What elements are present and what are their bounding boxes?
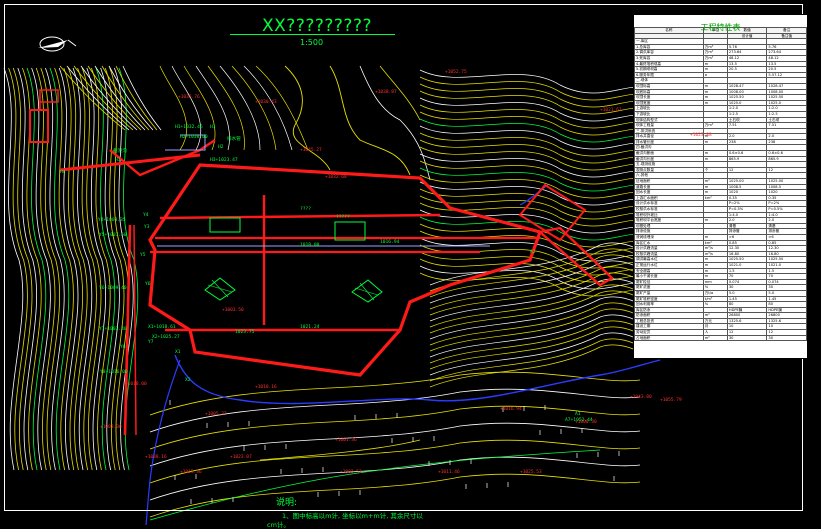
elevation-label: +1018.00 (125, 382, 147, 387)
elevation-label: +1001.36 (335, 438, 357, 443)
elevation-label: +1021.61 (600, 108, 622, 113)
north-arrow-icon (38, 36, 77, 52)
survey-point-label: Y7 (148, 340, 154, 345)
survey-point-label: Y5 (140, 253, 146, 258)
survey-point-label: A1 (575, 412, 581, 417)
survey-point-label: H3 (115, 158, 121, 163)
elevation-label: +1003.53 (340, 470, 362, 475)
contour-line (149, 388, 641, 433)
elevation-label: +1016.94 (500, 407, 522, 412)
contour-line (329, 65, 411, 176)
elevation-label: +1045.27 (300, 148, 322, 153)
survey-point-label: Y3 (144, 225, 150, 230)
survey-point-label: A2 (530, 250, 536, 255)
elevation-label: +1015.36 (180, 470, 202, 475)
notes-line-1: 1、图中标高以m计, 坐标以m+m计, 其余尺寸以 (282, 512, 423, 520)
elevation-label: +1025.53 (520, 470, 542, 475)
coordinate-label: Y6+1009.40 (99, 286, 127, 291)
contour-line (59, 65, 126, 131)
elevation-label: +1003.36 (100, 425, 122, 430)
spec-table-cell: 30 (726, 334, 768, 342)
coordinate-label: H2+1038.00 (180, 135, 208, 140)
spec-table-body: 一.库区 1.总库容 万m³ 5.76 5.76 2.调洪库容 万m³ 273.64 273.6… (634, 38, 807, 342)
pond-label: ???? (300, 207, 312, 212)
drawing-scale: 1:500 (300, 38, 324, 47)
survey-point-label: H2 (218, 145, 224, 150)
section-label: 1021.24 (300, 325, 320, 330)
elevation-label: +1005.37 (205, 412, 227, 417)
spec-table-cell: m² (702, 334, 728, 342)
survey-point-label: H1 (210, 125, 216, 130)
coordinate-label: X1+1018.61 (148, 325, 176, 330)
coordinate-label: Y7+1003.40 (99, 327, 127, 332)
survey-point-label: Y8 (120, 345, 126, 350)
contour-line (149, 456, 641, 501)
title-underline (230, 34, 395, 35)
survey-point-label: Y6 (145, 282, 151, 287)
drain-label: 排水管 (227, 137, 241, 142)
coordinate-label: Y5+1007.50 (99, 233, 127, 238)
survey-point-label: X1 (175, 350, 181, 355)
elevation-label: +1003.50 (222, 308, 244, 313)
coordinate-label: X2+1025.27 (152, 335, 180, 340)
coordinate-label: A7+1052.44 (565, 418, 593, 423)
page-title: XX????????? (262, 16, 372, 36)
notes-title: 说明: (276, 498, 298, 508)
contour-line (284, 65, 331, 171)
contour-line (149, 422, 641, 467)
spec-table-title-bar: 工程特性表 (634, 15, 807, 32)
creek-line (145, 359, 181, 526)
coordinate-label: H1+1032.46 (175, 125, 203, 130)
survey-point-label: X2 (185, 378, 191, 383)
contour-line (149, 371, 641, 416)
coordinate-label: H3+1023.47 (210, 158, 238, 163)
spec-table-row: 占地面积 m² 30 30 (634, 334, 807, 342)
spec-table-cell: 30 (766, 334, 807, 342)
pond-label: ????? (336, 215, 350, 220)
survey-point-label: Y4 (143, 213, 149, 218)
elevation-label: +1032.68 (325, 175, 347, 180)
contour-line (255, 65, 309, 151)
dam-outline (29, 89, 614, 436)
elevation-label: +1030.43 (255, 100, 277, 105)
creek-line (174, 354, 661, 405)
elevation-label: +1052.75 (445, 70, 467, 75)
coordinate-label: Y8+1016.00 (100, 370, 128, 375)
survey-point-label: H4 (60, 170, 66, 175)
elevation-label: +1043.80 (630, 395, 652, 400)
elevation-label: +1023.88 (690, 133, 712, 138)
contour-line (359, 65, 431, 181)
section-label: 1023.75 (235, 330, 255, 335)
elevation-label: +1035.76 (178, 95, 200, 100)
section-label: 1016.94 (380, 240, 400, 245)
elevation-label: +1038.87 (375, 90, 397, 95)
pond-symbols (204, 217, 383, 303)
elevation-label: +1055.79 (660, 398, 682, 403)
elevation-label: +1011.46 (438, 470, 460, 475)
spec-table-panel: 工程特性表 名称 单位 数值 备注 设计值 备注值 一.库区 1.总库容 万m³ 5.… (633, 14, 808, 359)
notes-unit: cm计。 (267, 521, 290, 529)
trench-label: 截洪沟 (113, 149, 127, 154)
spec-table-cell: 占地面积 (634, 334, 704, 342)
coordinate-label: Y4+1003.35 (98, 218, 126, 223)
spec-table: 名称 单位 数值 备注 设计值 备注值 一.库区 1.总库容 万m³ 5.76 5.76… (634, 27, 807, 342)
elevation-label: +1023.07 (230, 455, 252, 460)
contour-lines (3, 65, 641, 521)
section-label: 1018.00 (300, 243, 320, 248)
contour-line (259, 439, 421, 461)
elevation-label: +1038.16 (145, 455, 167, 460)
elevation-label: +1010.16 (255, 385, 277, 390)
spec-table-title: 工程特性表 (700, 23, 741, 32)
contour-line (149, 439, 641, 484)
